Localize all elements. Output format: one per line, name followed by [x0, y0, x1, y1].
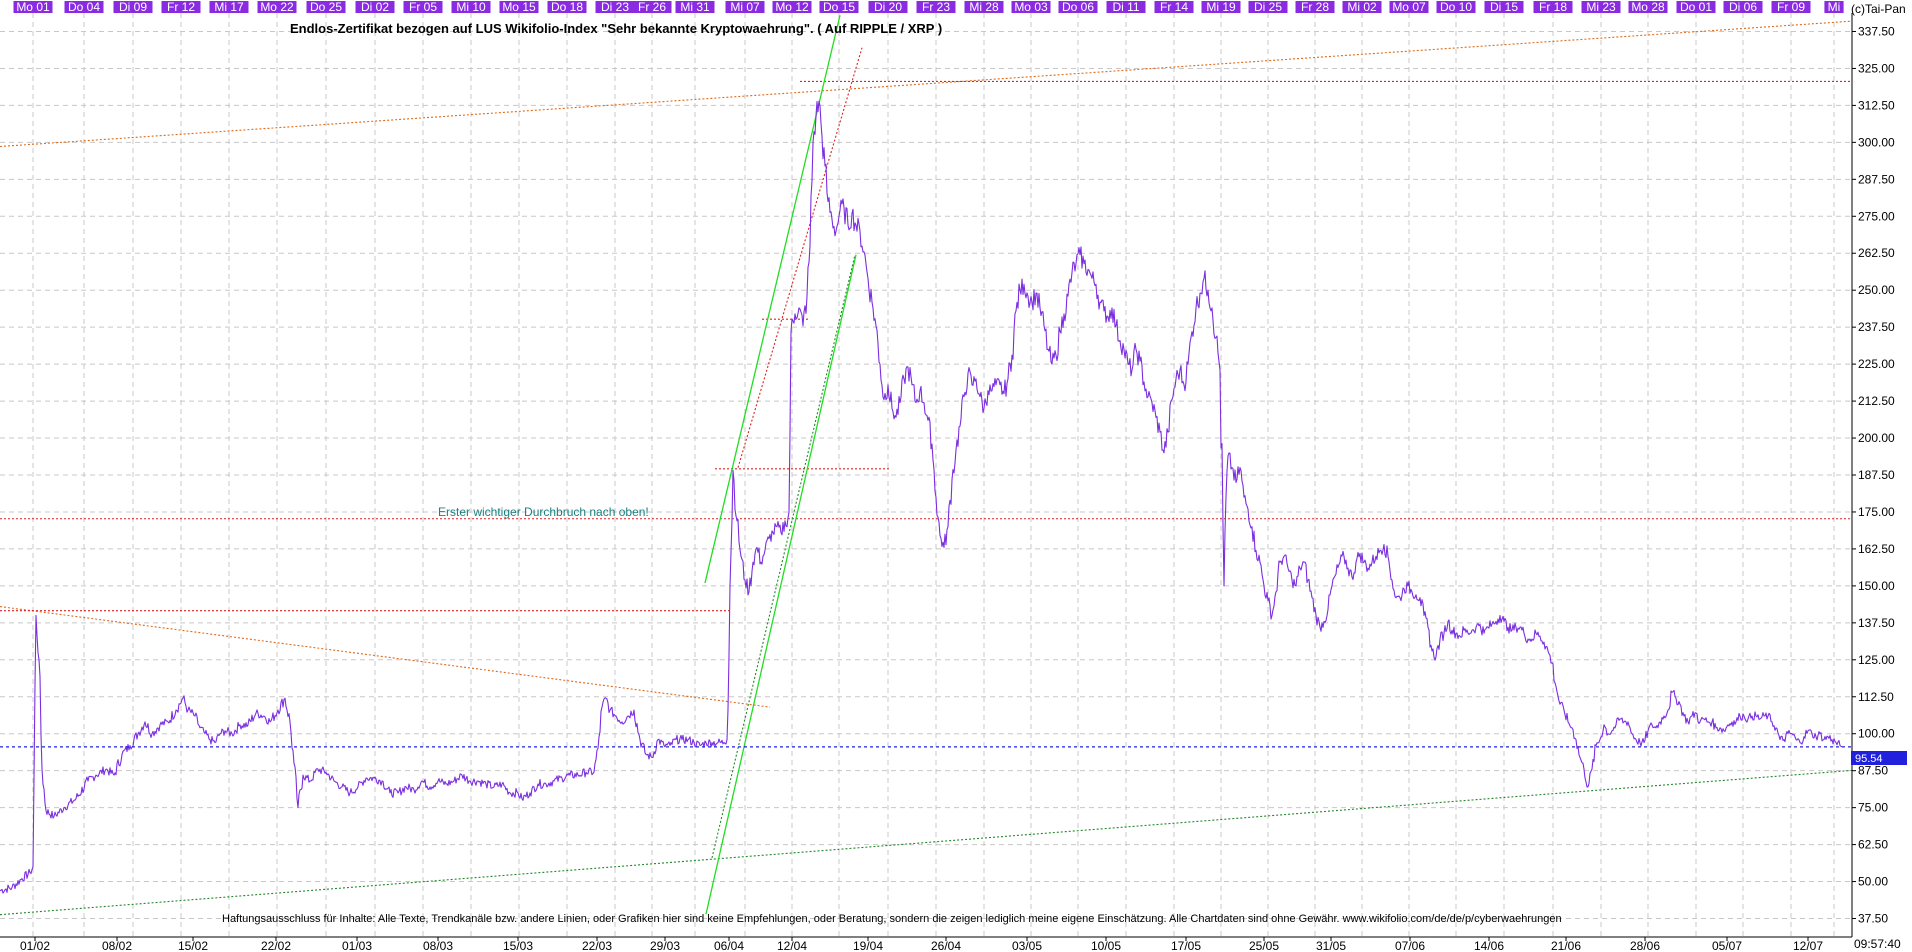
breakout-annotation: Erster wichtiger Durchbruch nach oben! [438, 505, 649, 519]
x-tick-label: 12/07 [1793, 939, 1823, 952]
x-tick-label: 08/02 [102, 939, 132, 952]
x-tick-label: 29/03 [650, 939, 680, 952]
y-tick-label: 87.50 [1858, 764, 1888, 778]
x-tick-label: 03/05 [1012, 939, 1042, 952]
y-tick-label: 137.50 [1858, 616, 1895, 630]
top-date-label: Di 02 [361, 0, 389, 14]
top-date-label: Mi 17 [214, 0, 244, 14]
y-tick-label: 250.00 [1858, 283, 1895, 297]
x-tick-label: 01/02 [20, 939, 50, 952]
y-tick-label: 212.50 [1858, 394, 1895, 408]
x-tick-label: 17/05 [1171, 939, 1201, 952]
top-date-label: Mi 10 [456, 0, 486, 14]
top-date-label: Fr 26 [638, 0, 666, 14]
top-date-label: Fr 05 [409, 0, 437, 14]
x-tick-label: 21/06 [1551, 939, 1581, 952]
price-chart: Mo 01 Do 04 Di 09 Fr 12 Mi 17 Mo 22 Do 25 Di 02… [0, 0, 1912, 952]
x-tick-label: 28/06 [1630, 939, 1660, 952]
y-tick-label: 175.00 [1858, 505, 1895, 519]
y-tick-label: 150.00 [1858, 579, 1895, 593]
top-date-label: Di 15 [1490, 0, 1518, 14]
y-tick-label: 275.00 [1858, 209, 1895, 223]
x-tick-label: 26/04 [931, 939, 961, 952]
top-date-label: Mi 28 [969, 0, 999, 14]
y-tick-label: 312.50 [1858, 98, 1895, 112]
top-date-label: Do 10 [1440, 0, 1472, 14]
top-date-label: Do 25 [310, 0, 342, 14]
top-date-label: Fr 28 [1301, 0, 1329, 14]
top-date-label: Do 04 [68, 0, 100, 14]
top-date-label: Mi 07 [730, 0, 760, 14]
y-tick-label: 300.00 [1858, 135, 1895, 149]
disclaimer-footer: Haftungsausschluss für Inhalte: Alle Tex… [222, 913, 1562, 925]
top-date-label: Mo 28 [1631, 0, 1665, 14]
y-tick-label: 112.50 [1858, 690, 1894, 704]
y-tick-label: 287.50 [1858, 172, 1895, 186]
top-date-label: Fr 09 [1777, 0, 1805, 14]
x-tick-label: 22/02 [261, 939, 291, 952]
top-date-label: Fr 12 [167, 0, 195, 14]
y-tick-label: 162.50 [1858, 542, 1895, 556]
x-tick-label: 12/04 [777, 939, 807, 952]
y-tick-label: 187.50 [1858, 468, 1895, 482]
y-tick-label: 75.00 [1858, 801, 1888, 815]
x-tick-label: 22/03 [582, 939, 612, 952]
x-tick-label: 10/05 [1091, 939, 1121, 952]
top-date-labels: Mo 01 Do 04 Di 09 Fr 12 Mi 17 Mo 22 Do 25 Di 02… [13, 0, 1844, 14]
x-tick-label: 19/04 [853, 939, 883, 952]
y-tick-label: 125.00 [1858, 653, 1895, 667]
y-tick-label: 62.50 [1858, 838, 1888, 852]
top-date-label: Di 20 [874, 0, 902, 14]
top-date-label: Mi 02 [1347, 0, 1377, 14]
top-date-label: Fr 23 [922, 0, 950, 14]
top-date-label: Mi 31 [680, 0, 710, 14]
y-tick-label: 225.00 [1858, 357, 1895, 371]
brand-label: (c)Tai-Pan [1851, 2, 1906, 16]
top-date-label: Mo 12 [775, 0, 809, 14]
y-tick-label: 262.50 [1858, 246, 1895, 260]
top-date-label: Mi 19 [1206, 0, 1236, 14]
chart-title: Endlos-Zertifikat bezogen auf LUS Wikifo… [290, 21, 942, 36]
top-date-label: Di 23 [601, 0, 629, 14]
y-tick-label: 200.00 [1858, 431, 1895, 445]
top-date-label: Fr 14 [1160, 0, 1188, 14]
top-date-label: Mi [1828, 0, 1841, 14]
y-tick-label: 37.50 [1858, 912, 1888, 926]
x-tick-label: 15/03 [503, 939, 533, 952]
x-tick-label: 14/06 [1474, 939, 1504, 952]
top-date-label: Di 06 [1729, 0, 1757, 14]
top-date-label: Mo 07 [1392, 0, 1426, 14]
top-date-label: Mo 22 [260, 0, 294, 14]
x-tick-label: 08/03 [423, 939, 453, 952]
top-date-label: Mi 23 [1586, 0, 1616, 14]
y-tick-label: 100.00 [1858, 727, 1895, 741]
x-tick-label: 31/05 [1316, 939, 1346, 952]
x-tick-label: 06/04 [714, 939, 744, 952]
top-date-label: Di 11 [1112, 0, 1139, 14]
x-tick-label: 15/02 [178, 939, 208, 952]
top-date-label: Do 15 [823, 0, 855, 14]
y-tick-label: 325.00 [1858, 61, 1895, 75]
top-date-label: Mo 01 [16, 0, 50, 14]
top-date-label: Mo 03 [1014, 0, 1048, 14]
top-date-label: Di 09 [119, 0, 147, 14]
top-date-label: Fr 18 [1539, 0, 1567, 14]
y-tick-label: 237.50 [1858, 320, 1895, 334]
top-date-label: Mo 15 [502, 0, 536, 14]
x-tick-label: 25/05 [1249, 939, 1279, 952]
y-tick-label: 337.50 [1858, 24, 1895, 38]
top-date-label: Do 01 [1680, 0, 1712, 14]
x-tick-label: 01/03 [342, 939, 372, 952]
top-date-label: Do 18 [551, 0, 583, 14]
top-date-label: Di 25 [1254, 0, 1282, 14]
x-tick-label: 05/07 [1712, 939, 1742, 952]
current-price-tag: 95.54 [1855, 753, 1883, 765]
x-tick-label: 07/06 [1395, 939, 1425, 952]
clock-label: 09:57:40 [1854, 937, 1901, 951]
top-date-label: Do 06 [1062, 0, 1094, 14]
y-tick-label: 50.00 [1858, 875, 1888, 889]
